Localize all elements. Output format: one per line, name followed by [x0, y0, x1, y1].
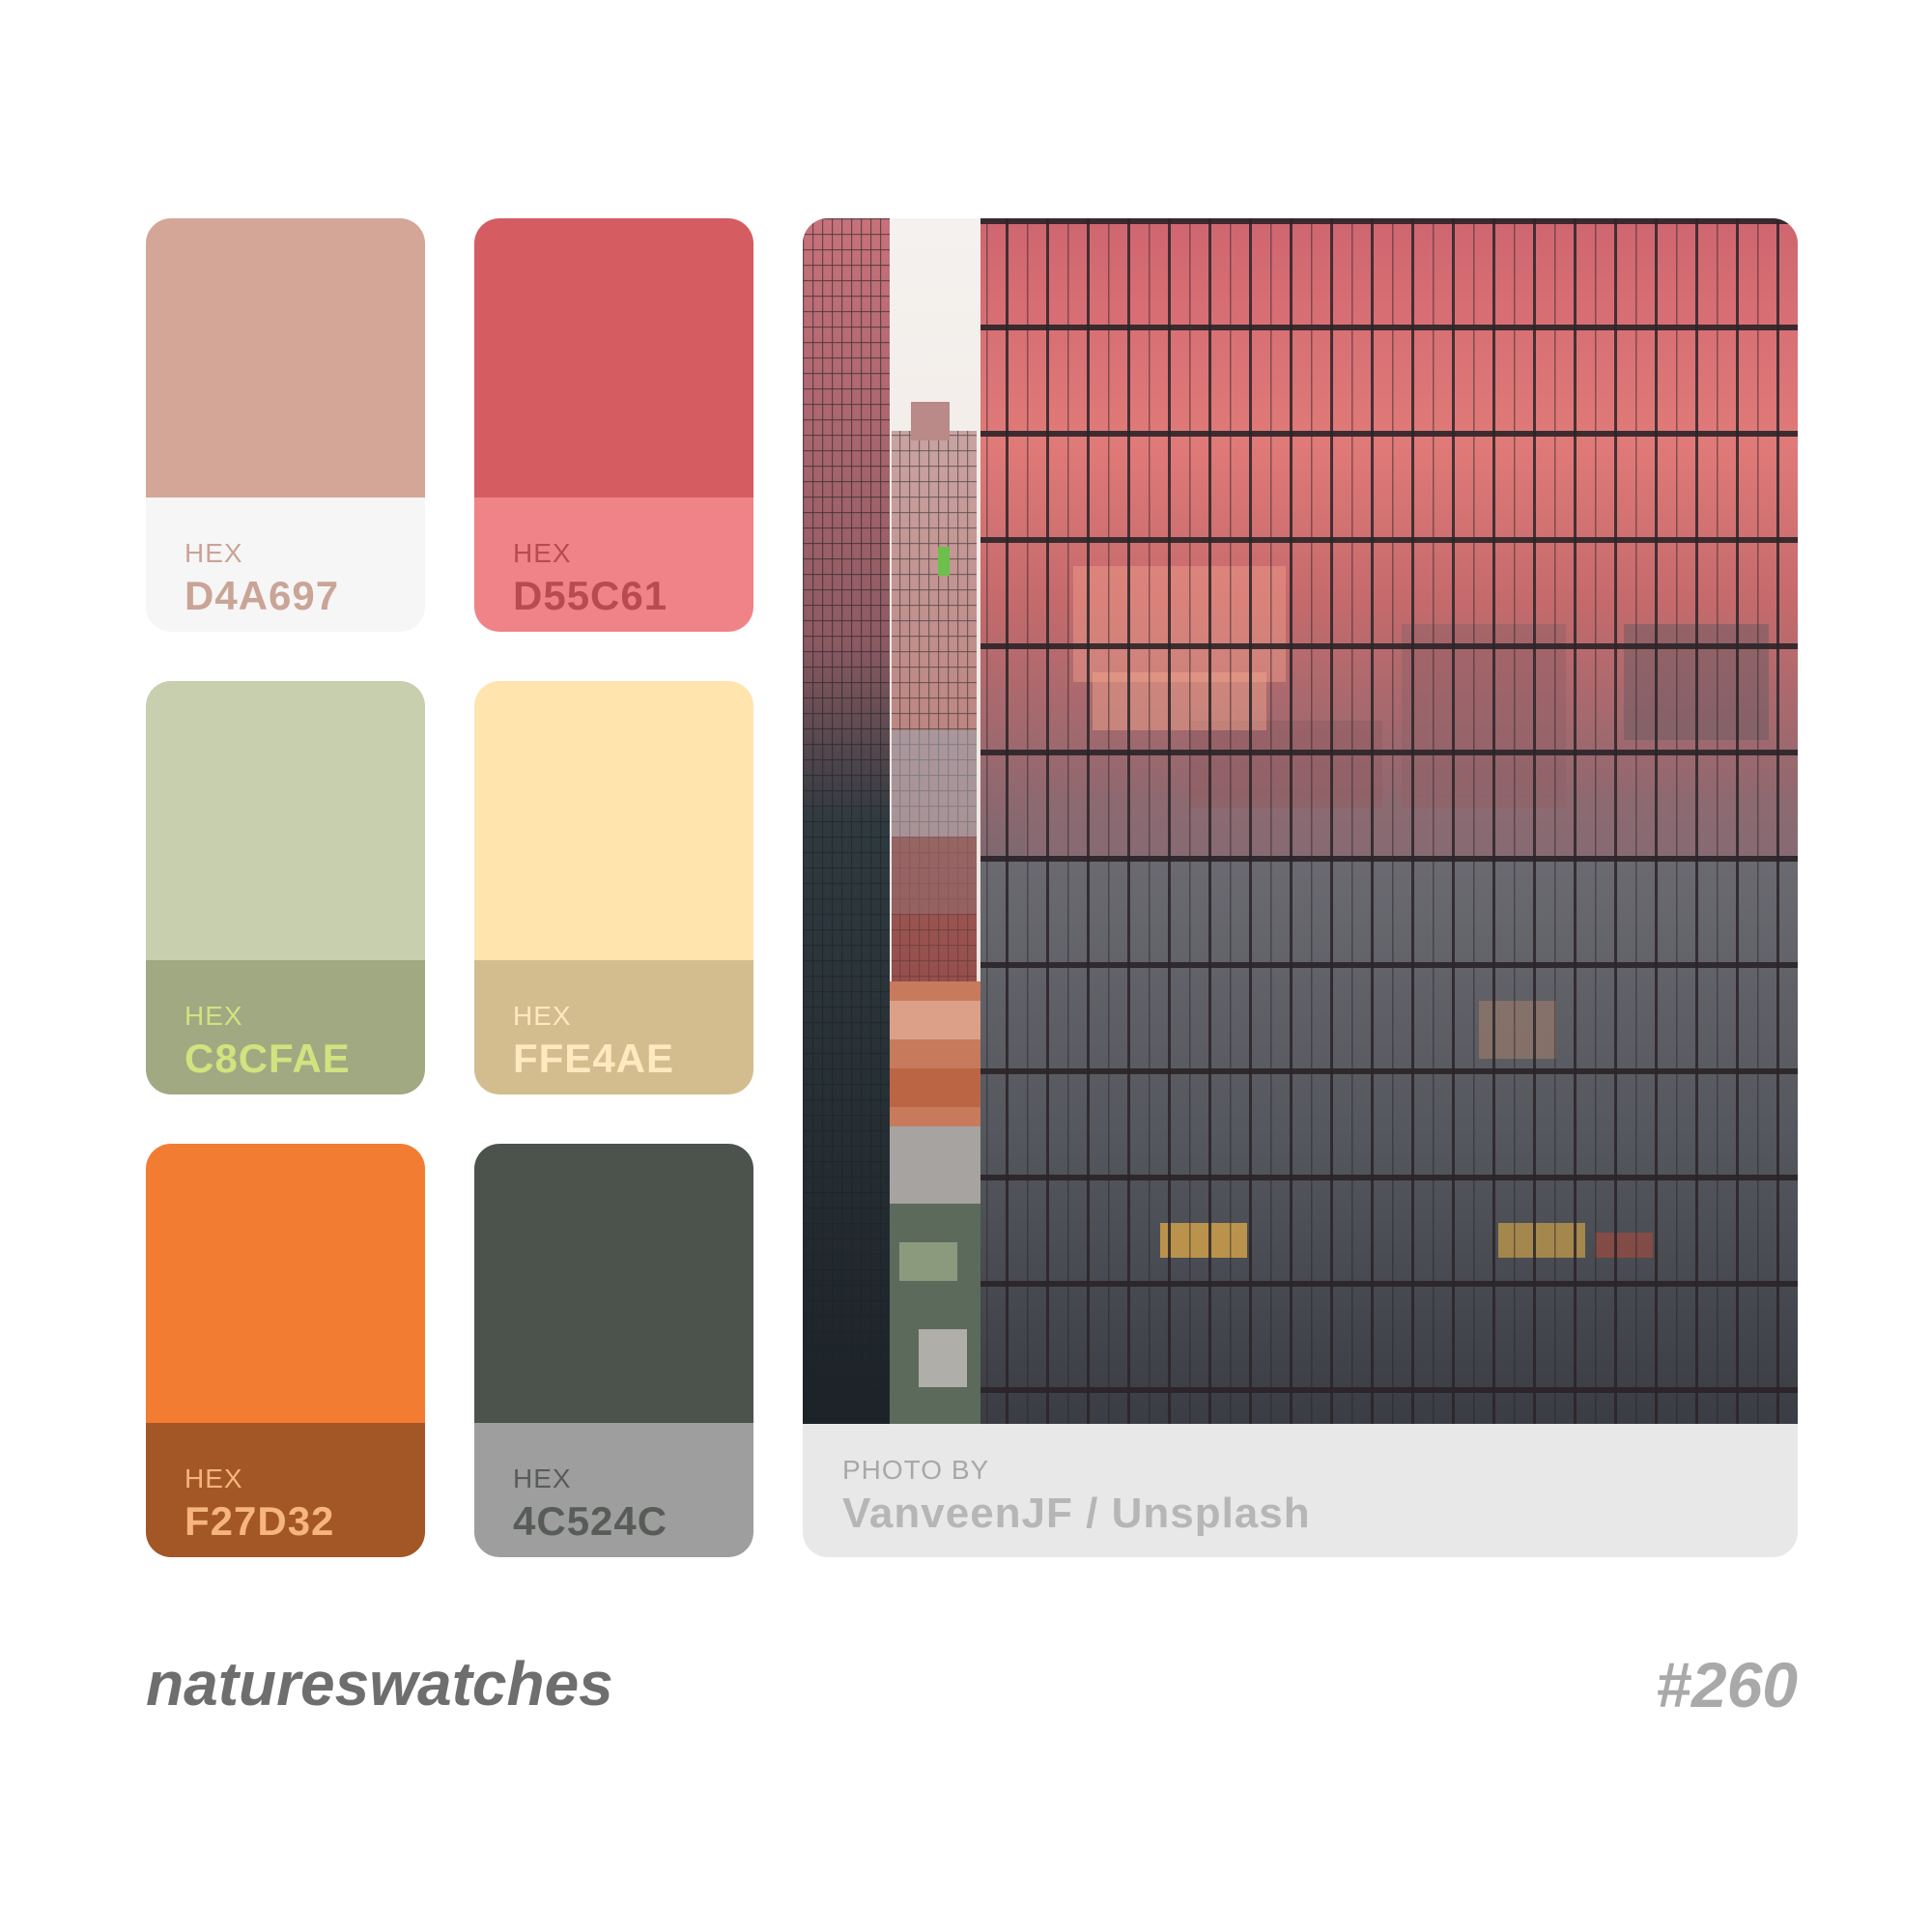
- swatch-color: [146, 1144, 425, 1423]
- swatch-hex-label: HEX: [513, 538, 572, 568]
- swatch-hex-label: HEX: [185, 538, 243, 568]
- swatch-info: HEX FFE4AE: [474, 960, 753, 1094]
- swatch-info: HEX D55C61: [474, 497, 753, 632]
- swatch-color: [146, 681, 425, 960]
- swatch-hex-label: HEX: [513, 1001, 572, 1031]
- swatch-info: HEX D4A697: [146, 497, 425, 632]
- color-swatch-5: HEX F27D32: [146, 1144, 425, 1557]
- swatch-color: [474, 681, 753, 960]
- swatch-hex-value[interactable]: 4C524C: [513, 1498, 668, 1545]
- building-photo: [803, 218, 1798, 1424]
- swatch-info: HEX F27D32: [146, 1423, 425, 1557]
- swatch-hex-value[interactable]: F27D32: [185, 1498, 334, 1545]
- swatch-hex-value[interactable]: D55C61: [513, 573, 668, 619]
- swatch-hex-label: HEX: [513, 1463, 572, 1493]
- brand-wordmark: natureswatches: [146, 1649, 613, 1719]
- swatch-hex-label: HEX: [185, 1001, 243, 1031]
- swatch-hex-value[interactable]: FFE4AE: [513, 1036, 674, 1082]
- swatch-hex-value[interactable]: D4A697: [185, 573, 339, 619]
- palette-number: #260: [1656, 1649, 1798, 1720]
- swatch-color: [146, 218, 425, 497]
- swatch-color: [474, 218, 753, 497]
- color-swatch-4: HEX FFE4AE: [474, 681, 753, 1094]
- swatch-info: HEX C8CFAE: [146, 960, 425, 1094]
- color-swatch-3: HEX C8CFAE: [146, 681, 425, 1094]
- swatch-hex-label: HEX: [185, 1463, 243, 1493]
- photo-credit-label: PHOTO BY: [842, 1455, 990, 1485]
- swatch-color: [474, 1144, 753, 1423]
- swatch-hex-value[interactable]: C8CFAE: [185, 1036, 351, 1082]
- photo-credit-name[interactable]: VanveenJF / Unsplash: [842, 1490, 1311, 1538]
- photo-card: PHOTO BY VanveenJF / Unsplash: [803, 218, 1798, 1557]
- swatch-info: HEX 4C524C: [474, 1423, 753, 1557]
- color-swatch-1: HEX D4A697: [146, 218, 425, 632]
- color-swatch-6: HEX 4C524C: [474, 1144, 753, 1557]
- color-swatch-2: HEX D55C61: [474, 218, 753, 632]
